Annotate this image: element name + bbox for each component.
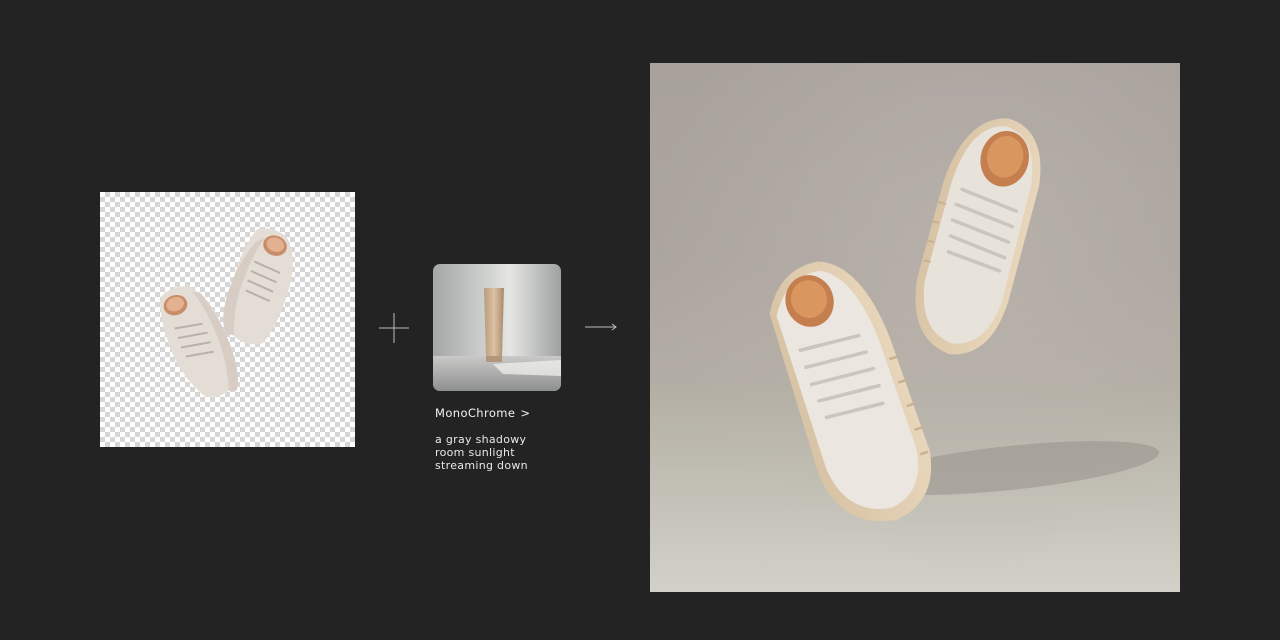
arrow-right-icon xyxy=(585,323,617,331)
prompt-line: a gray shadowy xyxy=(435,433,527,446)
chevron-right-icon: > xyxy=(520,406,531,420)
sneaker-pair-icon xyxy=(160,228,293,397)
prompt-line: streaming down xyxy=(435,459,528,472)
style-prompt-text: a gray shadowy room sunlight streaming d… xyxy=(435,433,565,472)
input-image-panel[interactable] xyxy=(100,192,355,447)
sneaker-pair-icon xyxy=(650,63,1180,592)
output-image-panel[interactable] xyxy=(650,63,1180,592)
style-name-text: MonoChrome xyxy=(435,406,516,420)
product-tube-icon xyxy=(433,288,561,391)
style-reference-card[interactable] xyxy=(433,264,561,391)
plus-icon xyxy=(379,313,409,343)
prompt-line: room sunlight xyxy=(435,446,515,459)
style-name-label[interactable]: MonoChrome > xyxy=(435,406,530,420)
